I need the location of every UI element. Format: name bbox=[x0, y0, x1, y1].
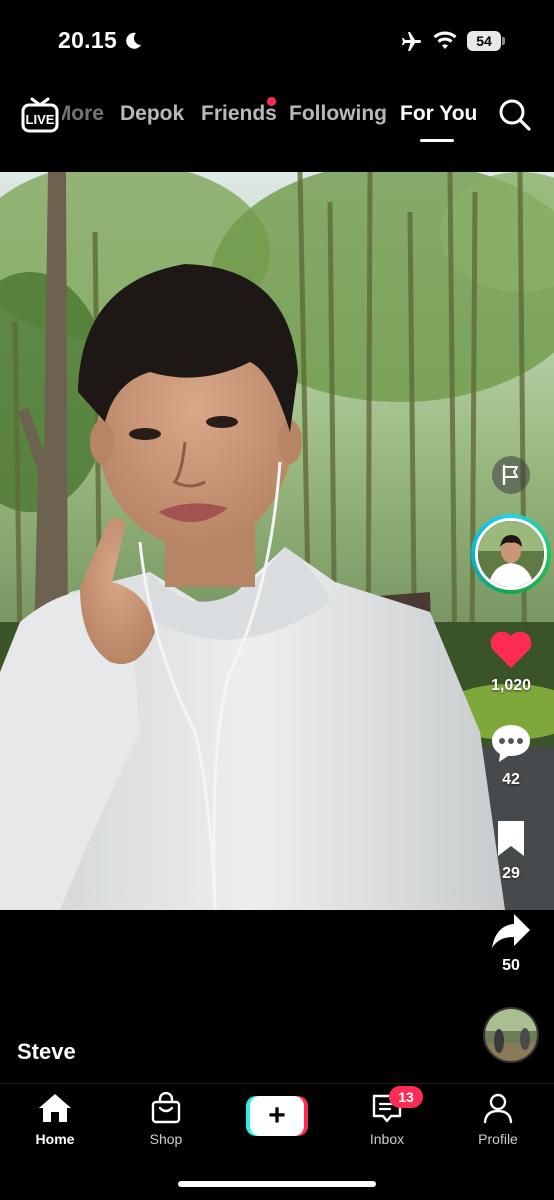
plus-icon: + bbox=[250, 1096, 304, 1136]
video-scene bbox=[0, 172, 554, 910]
tab-following[interactable]: Following bbox=[289, 102, 387, 126]
share-count: 50 bbox=[502, 957, 520, 974]
comment-count: 42 bbox=[502, 771, 520, 788]
home-icon bbox=[39, 1094, 71, 1122]
inbox-badge: 13 bbox=[389, 1086, 423, 1108]
tab-more[interactable]: More bbox=[62, 102, 104, 126]
tab-depok[interactable]: Depok bbox=[120, 102, 184, 126]
top-feed-tabs: LIVE More Depok Friends Following For Yo… bbox=[0, 90, 554, 150]
like-button[interactable]: 1,020 bbox=[481, 628, 541, 695]
tab-profile-label: Profile bbox=[478, 1131, 518, 1147]
tab-inbox-label: Inbox bbox=[369, 1131, 405, 1147]
search-icon[interactable] bbox=[498, 98, 532, 132]
tab-home-label: Home bbox=[35, 1131, 75, 1147]
tab-friends[interactable]: Friends bbox=[201, 102, 277, 126]
home-indicator bbox=[178, 1181, 376, 1187]
avatar bbox=[475, 518, 547, 590]
bookmark-count: 29 bbox=[502, 865, 520, 882]
like-count: 1,020 bbox=[490, 677, 532, 694]
sound-disc-icon bbox=[485, 1009, 537, 1061]
sound-disc-button[interactable] bbox=[483, 1007, 539, 1063]
comment-icon bbox=[492, 725, 530, 762]
live-label: LIVE bbox=[26, 112, 55, 127]
status-bar: 20.15 54 bbox=[0, 0, 554, 80]
video-player[interactable] bbox=[0, 172, 554, 910]
author-name[interactable]: Steve bbox=[17, 1039, 76, 1065]
profile-icon bbox=[483, 1093, 513, 1124]
creator-avatar-button[interactable] bbox=[471, 514, 551, 594]
heart-icon bbox=[490, 631, 532, 668]
moon-icon bbox=[126, 32, 141, 49]
tab-for-you[interactable]: For You bbox=[400, 102, 477, 126]
bookmark-button[interactable]: 29 bbox=[481, 818, 541, 883]
share-arrow-icon bbox=[492, 914, 530, 948]
bookmark-icon bbox=[498, 821, 524, 856]
flag-icon bbox=[502, 464, 518, 486]
battery-level: 54 bbox=[467, 31, 501, 51]
tab-profile[interactable]: Profile bbox=[453, 1092, 543, 1147]
friends-notification-dot bbox=[267, 97, 276, 106]
comment-button[interactable]: 42 bbox=[481, 722, 541, 789]
active-tab-indicator bbox=[420, 139, 454, 142]
shopping-bag-icon bbox=[151, 1091, 181, 1124]
live-icon[interactable]: LIVE bbox=[20, 97, 60, 135]
airplane-mode-icon bbox=[402, 32, 421, 51]
tab-shop-label: Shop bbox=[149, 1131, 183, 1147]
report-button[interactable] bbox=[492, 456, 530, 494]
status-time: 20.15 bbox=[58, 27, 118, 53]
tab-shop[interactable]: Shop bbox=[121, 1091, 211, 1147]
create-button[interactable]: + bbox=[246, 1096, 308, 1136]
tab-home[interactable]: Home bbox=[10, 1092, 100, 1147]
share-button[interactable]: 50 bbox=[481, 912, 541, 975]
battery-indicator: 54 bbox=[467, 31, 505, 51]
wifi-icon bbox=[433, 31, 457, 49]
